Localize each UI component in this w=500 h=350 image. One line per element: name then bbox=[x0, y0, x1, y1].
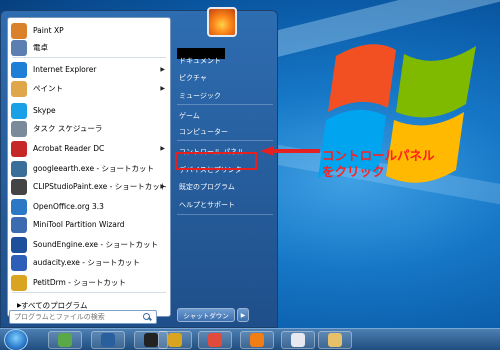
start-right-item[interactable]: ミュージック bbox=[177, 88, 273, 104]
program-item[interactable]: Paint XP bbox=[11, 22, 167, 39]
start-right-item-label: ドキュメント bbox=[179, 57, 221, 65]
taskbar-button[interactable] bbox=[48, 331, 82, 349]
taskbar-button[interactable] bbox=[318, 331, 352, 349]
program-item[interactable]: OpenOffice.org 3.3 bbox=[11, 198, 167, 215]
program-label: Skype bbox=[33, 106, 56, 115]
paint-icon bbox=[11, 22, 27, 39]
all-programs-label: すべてのプログラム bbox=[21, 300, 88, 310]
annotation-text: コントロールパネル をクリック bbox=[322, 148, 435, 180]
shutdown-button[interactable]: シャットダウン bbox=[177, 308, 235, 322]
submenu-arrow-icon: ▶ bbox=[160, 183, 165, 190]
taskbar-button[interactable] bbox=[198, 331, 232, 349]
petitdrm-icon bbox=[11, 274, 27, 291]
program-label: CLIPStudioPaint.exe - ショートカット bbox=[33, 182, 168, 191]
separator bbox=[177, 214, 273, 215]
annotation-line1: コントロールパネル bbox=[322, 148, 435, 163]
separator bbox=[12, 57, 166, 58]
start-right-item[interactable]: 既定のプログラム bbox=[177, 179, 273, 195]
submenu-arrow-icon: ▶ bbox=[160, 85, 165, 92]
soundengine-icon bbox=[11, 236, 27, 253]
program-item[interactable]: CLIPStudioPaint.exe - ショートカット ▶ bbox=[11, 178, 167, 195]
program-label: audacity.exe - ショートカット bbox=[33, 258, 140, 267]
hidemaru-editor-icon bbox=[168, 333, 182, 347]
start-right-item[interactable]: ゲーム bbox=[177, 108, 273, 124]
search-icon bbox=[142, 312, 152, 322]
separator bbox=[177, 104, 273, 105]
program-label: タスク スケジューラ bbox=[33, 124, 103, 133]
start-right-item-label: コンピューター bbox=[179, 128, 228, 136]
taskbar-button[interactable] bbox=[240, 331, 274, 349]
start-right-item-label: ミュージック bbox=[179, 92, 221, 100]
separator bbox=[12, 292, 166, 293]
user-avatar[interactable] bbox=[207, 7, 237, 37]
program-label: Internet Explorer bbox=[33, 65, 97, 74]
search-box[interactable] bbox=[9, 310, 157, 324]
submenu-arrow-icon: ▶ bbox=[160, 66, 165, 73]
program-item[interactable]: ペイント ▶ bbox=[11, 80, 167, 97]
chevron-right-icon: ▶ bbox=[240, 311, 246, 319]
minitool-icon bbox=[11, 216, 27, 233]
program-label: Acrobat Reader DC bbox=[33, 144, 105, 153]
itunes-icon bbox=[291, 333, 305, 347]
program-label: PetitDrm - ショートカット bbox=[33, 278, 126, 287]
start-menu: ▶ すべてのプログラム Paint XP 電卓 Internet Explorer ▶… bbox=[0, 7, 278, 328]
start-button-orb[interactable] bbox=[4, 329, 28, 350]
program-item[interactable]: SoundEngine.exe - ショートカット bbox=[11, 236, 167, 253]
start-right-item-label: ゲーム bbox=[179, 112, 200, 120]
audacity-icon bbox=[11, 254, 27, 271]
shutdown-label: シャットダウン bbox=[183, 312, 229, 320]
start-right-item-label: ヘルプとサポート bbox=[179, 201, 235, 209]
skype-icon bbox=[11, 102, 27, 119]
program-label: Paint XP bbox=[33, 26, 64, 35]
start-right-item-label: 既定のプログラム bbox=[179, 183, 235, 191]
programs-panel: ▶ すべてのプログラム Paint XP 電卓 Internet Explorer ▶… bbox=[7, 17, 171, 317]
frog-app-icon bbox=[58, 333, 72, 347]
program-label: OpenOffice.org 3.3 bbox=[33, 202, 104, 211]
explorer-folder-icon bbox=[328, 333, 342, 347]
program-label: ペイント bbox=[33, 84, 63, 93]
program-label: SoundEngine.exe - ショートカット bbox=[33, 240, 158, 249]
google-earth-icon bbox=[11, 160, 27, 177]
start-right-item[interactable]: コンピューター bbox=[177, 124, 273, 140]
program-item[interactable]: 電卓 bbox=[11, 39, 167, 56]
start-right-item[interactable]: ピクチャ bbox=[177, 70, 273, 86]
start-right-item[interactable]: ヘルプとサポート bbox=[177, 197, 273, 213]
taskbar-button[interactable] bbox=[281, 331, 315, 349]
submenu-arrow-icon: ▶ bbox=[160, 145, 165, 152]
program-item[interactable]: googleearth.exe - ショートカット bbox=[11, 160, 167, 177]
triangle-right-icon: ▶ bbox=[17, 301, 22, 309]
program-item[interactable]: Internet Explorer ▶ bbox=[11, 61, 167, 78]
program-label: 電卓 bbox=[33, 43, 48, 52]
taskbar-button[interactable] bbox=[91, 331, 125, 349]
clip-studio-icon bbox=[11, 178, 27, 195]
start-right-item-label: ピクチャ bbox=[179, 74, 207, 82]
program-item[interactable]: Skype bbox=[11, 102, 167, 119]
task-scheduler-icon bbox=[11, 120, 27, 137]
search-input[interactable] bbox=[10, 313, 142, 321]
program-label: googleearth.exe - ショートカット bbox=[33, 164, 155, 173]
separator bbox=[177, 140, 273, 141]
program-item[interactable]: Acrobat Reader DC ▶ bbox=[11, 140, 167, 157]
paint-palette-icon bbox=[11, 80, 27, 97]
program-item[interactable]: PetitDrm - ショートカット bbox=[11, 274, 167, 291]
start-right-item[interactable]: ドキュメント bbox=[177, 53, 273, 69]
taskbar bbox=[0, 328, 500, 350]
control-panel-highlight-box bbox=[175, 152, 257, 170]
program-label: MiniTool Partition Wizard bbox=[33, 220, 125, 229]
taskbar-button[interactable] bbox=[158, 331, 192, 349]
chrome-icon bbox=[208, 333, 222, 347]
program-item[interactable]: MiniTool Partition Wizard bbox=[11, 216, 167, 233]
virtualbox-icon bbox=[101, 333, 115, 347]
red-arrow-icon bbox=[260, 146, 320, 156]
terminal-icon bbox=[144, 333, 158, 347]
program-item[interactable]: audacity.exe - ショートカット bbox=[11, 254, 167, 271]
internet-explorer-icon bbox=[11, 61, 27, 78]
calculator-icon bbox=[11, 39, 27, 56]
openoffice-icon bbox=[11, 198, 27, 215]
shutdown-options-button[interactable]: ▶ bbox=[237, 308, 249, 322]
acrobat-icon bbox=[11, 140, 27, 157]
program-item[interactable]: タスク スケジューラ bbox=[11, 120, 167, 137]
vlc-icon bbox=[250, 333, 264, 347]
annotation-line2: をクリック bbox=[322, 164, 385, 179]
